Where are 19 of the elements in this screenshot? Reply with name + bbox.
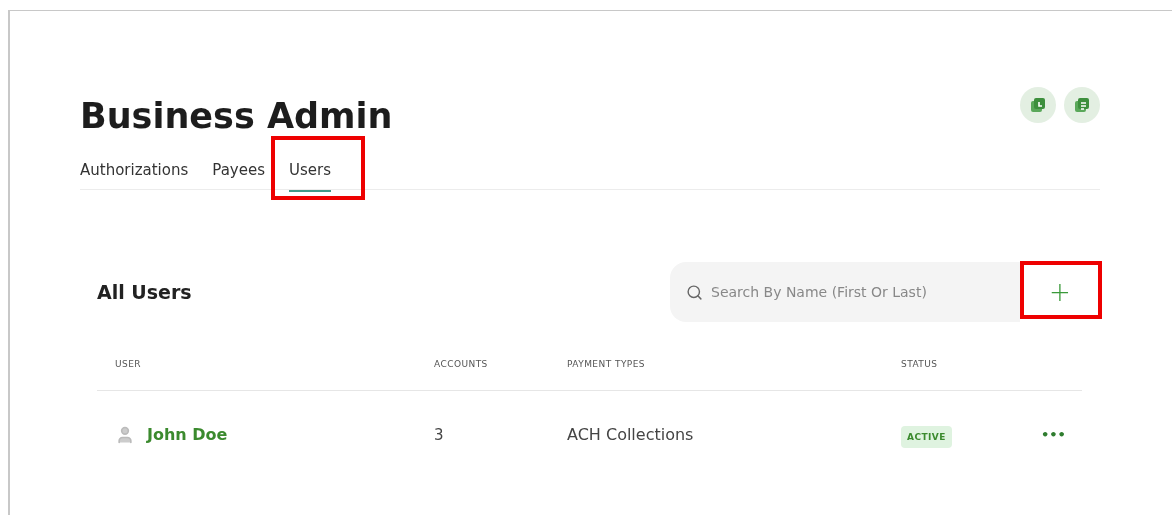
more-button[interactable]: •••	[1041, 425, 1066, 445]
user-link[interactable]: John Doe	[147, 423, 228, 447]
tab[interactable]: Authorizations	[80, 159, 189, 192]
table-cell: ACH Collections	[567, 425, 694, 444]
search-icon	[686, 283, 703, 301]
history-button[interactable]	[1020, 86, 1056, 123]
tab[interactable]: Payees	[212, 159, 265, 192]
column-header: STATUS	[901, 359, 938, 369]
notes-button[interactable]	[1064, 86, 1100, 123]
column-header: ACCOUNTS	[434, 359, 488, 369]
user-icon	[115, 425, 135, 445]
column-header: PAYMENT TYPES	[567, 359, 646, 369]
status-badge: ACTIVE	[901, 426, 952, 448]
column-header: USER	[115, 359, 142, 369]
section-title: All Users	[97, 279, 192, 305]
page-title: Business Admin	[80, 99, 393, 134]
table-cell: 3	[434, 426, 444, 444]
search-field[interactable]: Search By Name (First Or Last)	[711, 281, 971, 303]
tab[interactable]: Users	[289, 159, 331, 192]
